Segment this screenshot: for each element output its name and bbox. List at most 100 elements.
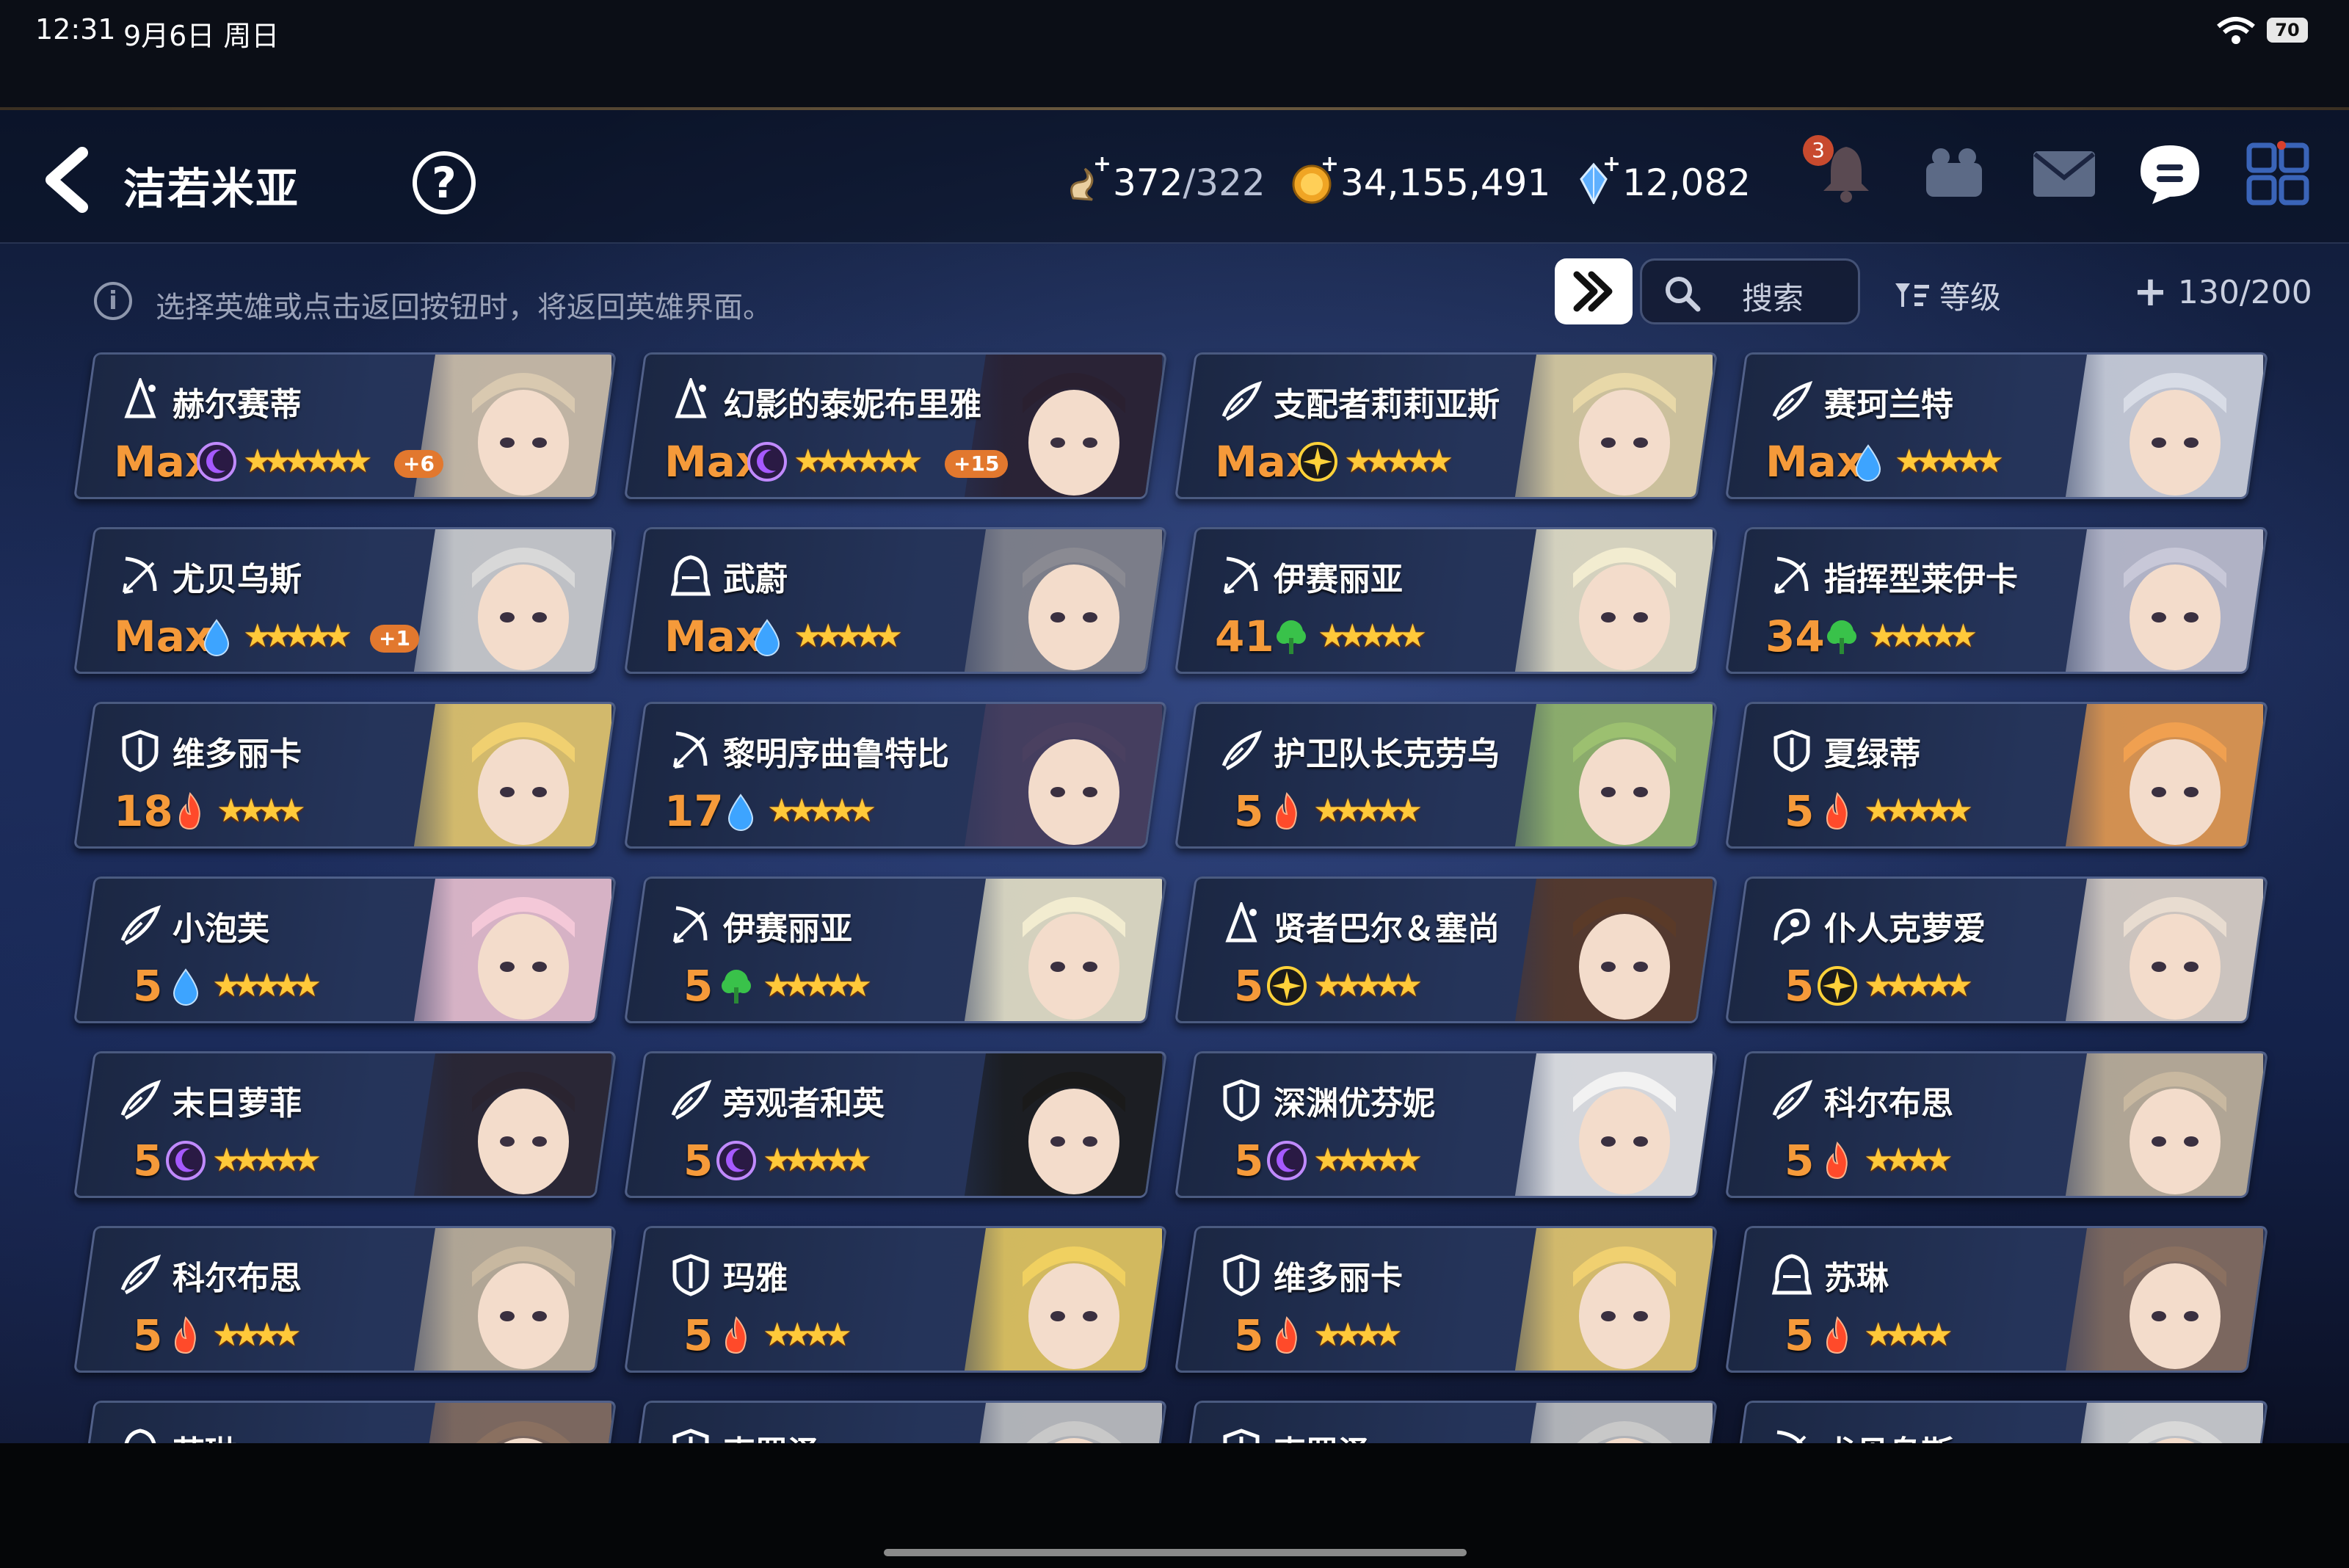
hero-card[interactable]: 黎明序曲鲁特比 17 ★★★★★ (623, 702, 1168, 849)
warrior-class-icon (672, 1254, 709, 1296)
warrior-class-icon (1223, 1254, 1260, 1296)
hint-text: 选择英雄或点击返回按钮时，将返回英雄界面。 (156, 291, 772, 324)
home-indicator[interactable] (884, 1549, 1467, 1556)
hero-card[interactable]: 伊赛丽亚 5 ★★★★★ (623, 876, 1168, 1023)
hero-card[interactable]: 支配者莉莉亚斯 Max ★★★★★ (1174, 352, 1718, 499)
hero-portrait (369, 879, 611, 1023)
expand-capacity-button[interactable]: + 130/200 (2133, 270, 2312, 314)
moon-element-icon (166, 1141, 206, 1180)
hero-card[interactable]: 科尔布思 5 ★★★★ (1724, 1051, 2269, 1198)
hero-portrait (1470, 355, 1713, 499)
sort-button[interactable]: 等级 (1894, 273, 2001, 317)
star-rating: ★★★★★ (1895, 443, 1996, 480)
hero-card[interactable]: 维多丽卡 5 ★★★★ (1174, 1226, 1718, 1373)
hero-card[interactable]: 武蔚 Max ★★★★★ (623, 527, 1168, 674)
hero-portrait (1470, 879, 1713, 1023)
mage-class-icon (675, 378, 707, 418)
search-button[interactable]: 搜索 (1640, 258, 1860, 324)
mage-class-icon (1225, 902, 1257, 943)
water-element-icon (754, 619, 780, 656)
hero-card[interactable]: 指挥型莱伊卡 34 ★★★★★ (1724, 527, 2269, 674)
hero-name: 支配者莉莉亚斯 (1274, 386, 1500, 424)
hero-card[interactable]: 伊赛丽亚 41 ★★★★★ (1174, 527, 1718, 674)
hero-card[interactable]: 幻影的泰妮布里雅 Max ★★★★★★ +15 (623, 352, 1168, 499)
chat-icon[interactable] (2136, 141, 2204, 207)
mail-icon[interactable] (2030, 148, 2098, 200)
hero-card[interactable]: 克罗泽 (623, 1401, 1168, 1443)
hero-level: 41 (1215, 611, 1274, 661)
hero-card[interactable]: 科尔布思 5 ★★★★ (73, 1226, 617, 1373)
team-icon[interactable] (1920, 141, 1988, 204)
thief-class-icon (1771, 1254, 1812, 1295)
star-rating: ★★★★ (763, 1316, 843, 1354)
fire-element-icon (178, 791, 200, 830)
light-element-icon (1298, 442, 1337, 482)
hero-name: 维多丽卡 (1274, 1260, 1403, 1297)
fast-forward-button[interactable] (1555, 258, 1633, 324)
hero-name: 尤贝乌斯 (1824, 1426, 1953, 1443)
enhance-badge: +15 (945, 450, 1009, 478)
light-element-icon (1267, 966, 1307, 1006)
hero-card[interactable]: 维多丽卡 18 ★★★★ (73, 702, 617, 849)
hero-card[interactable]: 末日萝菲 5 ★★★★★ (73, 1051, 617, 1198)
star-rating: ★★★★ (1864, 1316, 1945, 1354)
hero-card[interactable]: 护卫队长克劳乌 5 ★★★★★ (1174, 702, 1718, 849)
earth-element-icon (1827, 620, 1856, 654)
hero-name: 科尔布思 (173, 1260, 302, 1297)
stamina-counter[interactable]: + 372 /322 (1063, 151, 1266, 208)
star-rating: ★★★★★ (763, 1141, 864, 1179)
hero-card[interactable]: 深渊优芬妮 5 ★★★★★ (1174, 1051, 1718, 1198)
hero-level: 5 (1785, 961, 1815, 1011)
hero-level: 5 (683, 961, 714, 1011)
hero-card[interactable]: 小泡芙 5 ★★★★★ (73, 876, 617, 1023)
star-rating: ★★★★★ (212, 1141, 313, 1179)
hero-name: 尤贝乌斯 (173, 561, 302, 598)
hero-level: 5 (1785, 1310, 1815, 1360)
hero-card[interactable]: 克罗泽 (1174, 1401, 1718, 1443)
hero-level: 18 (114, 786, 173, 836)
fire-element-icon (1275, 791, 1297, 830)
battery-icon: 70 (2267, 18, 2308, 43)
info-icon: i (94, 282, 132, 320)
star-rating: ★★★★★ (243, 617, 344, 655)
help-icon[interactable]: ? (413, 151, 476, 214)
status-bar: 12:31 9月6日 周日 70 (0, 0, 2349, 70)
menu-grid-icon[interactable] (2245, 141, 2311, 207)
hero-name: 旁观者和英 (723, 1085, 885, 1122)
water-element-icon (203, 619, 230, 656)
gold-value: 34,155,491 (1340, 161, 1551, 204)
hero-portrait (920, 1403, 1162, 1443)
hero-card[interactable]: 赛珂兰特 Max ★★★★★ (1724, 352, 2269, 499)
hero-level: 5 (1785, 786, 1815, 836)
hero-card[interactable]: 夏绿蒂 5 ★★★★★ (1724, 702, 2269, 849)
hero-card[interactable]: 旁观者和英 5 ★★★★★ (623, 1051, 1168, 1198)
hero-name: 伊赛丽亚 (1274, 561, 1403, 598)
search-label: 搜索 (1742, 280, 1804, 316)
hero-card[interactable]: 尤贝乌斯 (1724, 1401, 2269, 1443)
hero-grid: 赫尔赛蒂 Max ★★★★★★ +6 幻影的泰妮布里雅 Max ★★★★★★ +15 支配者莉莉… (0, 352, 2349, 1443)
star-rating: ★★★★★ (1868, 617, 1969, 655)
hero-card[interactable]: 苏琳 5 ★★★★ (1724, 1226, 2269, 1373)
crystal-counter[interactable]: + 12,082 (1572, 151, 1751, 208)
top-bar: 洁若米亚 ? + 372 /322 + 34,155,491 + 12,082 (0, 110, 2349, 244)
hero-card[interactable]: 赫尔赛蒂 Max ★★★★★★ +6 (73, 352, 617, 499)
hero-level: 17 (664, 786, 724, 836)
hero-portrait (920, 1228, 1162, 1373)
hero-card[interactable]: 玛雅 5 ★★★★ (623, 1226, 1168, 1373)
back-icon[interactable] (37, 147, 103, 213)
status-date: 9月6日 周日 (123, 20, 280, 52)
stamina-value: 372 (1113, 161, 1183, 204)
hero-card[interactable]: 仆人克萝爱 5 ★★★★★ (1724, 876, 2269, 1023)
hero-card[interactable]: 贤者巴尔＆塞尚 5 ★★★★★ (1174, 876, 1718, 1023)
water-element-icon (173, 968, 199, 1006)
gold-counter[interactable]: + 34,155,491 (1290, 151, 1551, 208)
hero-name: 幻影的泰妮布里雅 (723, 386, 981, 424)
star-rating: ★★★★★ (1313, 792, 1415, 830)
hero-level: 5 (1234, 786, 1264, 836)
ranger-class-icon (1774, 1430, 1809, 1443)
hero-name: 维多丽卡 (173, 736, 302, 773)
crystal-value: 12,082 (1622, 161, 1751, 204)
hero-card[interactable]: 苏琳 (73, 1401, 617, 1443)
hero-card[interactable]: 尤贝乌斯 Max ★★★★★ +1 (73, 527, 617, 674)
gold-icon: + (1290, 151, 1339, 204)
